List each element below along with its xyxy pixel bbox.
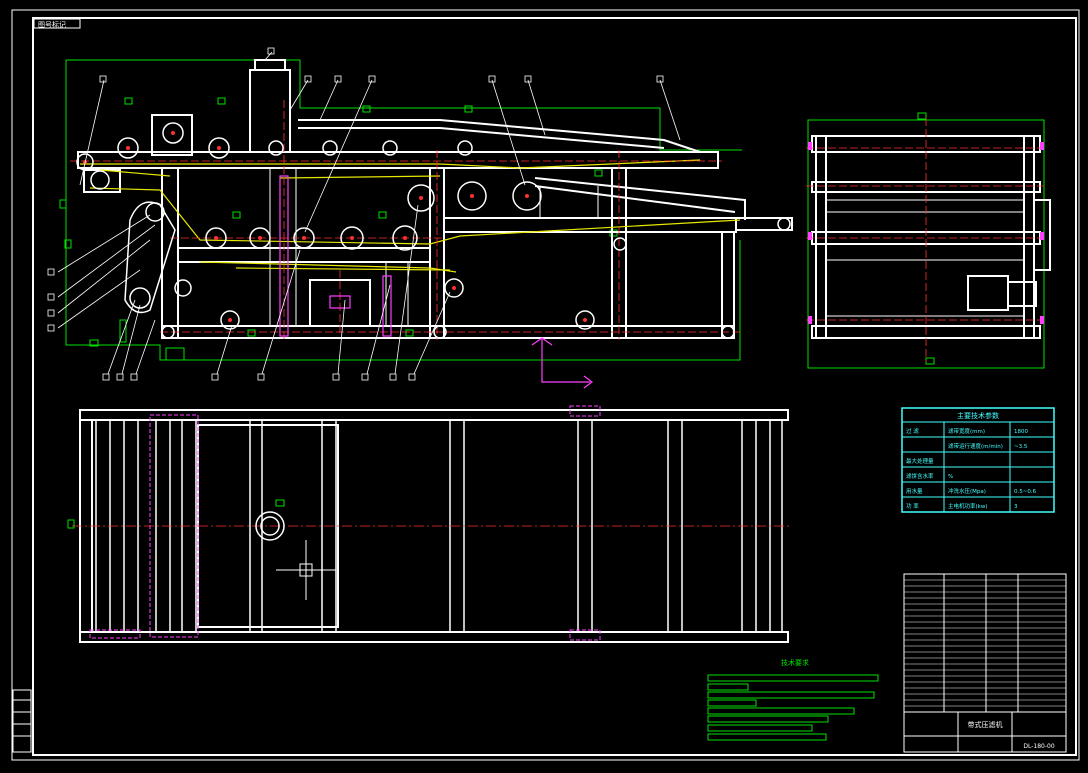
spec-row-group: 最大处理量 bbox=[906, 457, 934, 465]
corner-tag-text: 图号标记 bbox=[38, 20, 66, 29]
cad-drawing-canvas: 图号标记 主要技术参数 过 滤 滤带宽度(mm) 1800 滤带运行速度(m/m… bbox=[0, 0, 1088, 769]
spec-row-label: 冲洗水压(Mpa) bbox=[948, 487, 986, 495]
spec-row-value: ~3.5 bbox=[1014, 444, 1028, 450]
spec-row-value: 3 bbox=[1014, 504, 1018, 510]
title-block-number: DL-180-00 bbox=[1023, 743, 1054, 750]
spec-row-group: 用水量 bbox=[906, 487, 923, 495]
spec-row-group: 滤饼含水率 bbox=[906, 472, 934, 480]
spec-row-group: 功 率 bbox=[906, 502, 919, 510]
spec-row-value: 0.5~0.6 bbox=[1014, 489, 1037, 495]
spec-row-group: 过 滤 bbox=[906, 427, 919, 435]
spec-row-value: 1800 bbox=[1014, 429, 1028, 435]
spec-row-label: 滤带宽度(mm) bbox=[948, 427, 985, 435]
spec-table-title: 主要技术参数 bbox=[957, 411, 999, 420]
spec-row-label: % bbox=[948, 474, 953, 480]
spec-row-label: 滤带运行速度(m/min) bbox=[948, 442, 1003, 450]
notes-title: 技术要求 bbox=[781, 658, 809, 667]
drawing-sheet: 图号标记 主要技术参数 过 滤 滤带宽度(mm) 1800滤带运行速度(m/mi… bbox=[0, 0, 1088, 769]
title-block-name: 带式压滤机 bbox=[968, 720, 1003, 729]
spec-row-label: 主电机功率(kw) bbox=[948, 502, 987, 510]
